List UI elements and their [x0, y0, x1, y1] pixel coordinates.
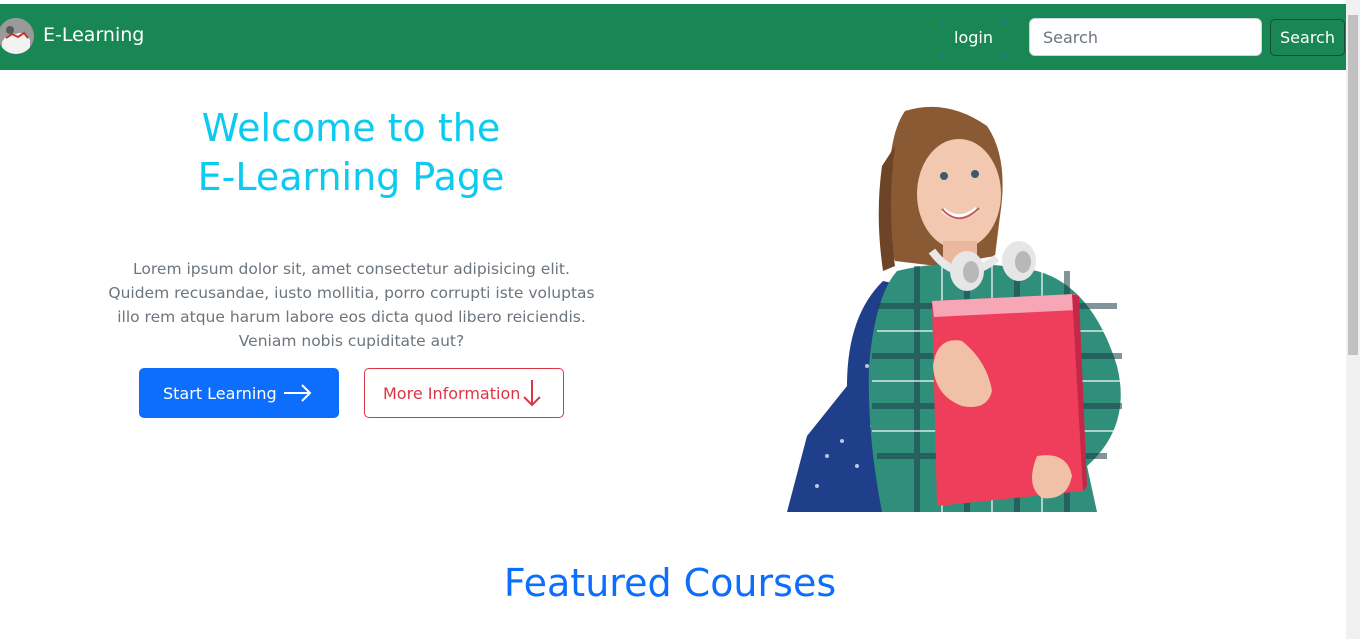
navbar: E-Learning login Search — [0, 4, 1346, 70]
more-information-button[interactable]: More Information — [364, 368, 564, 418]
search-input[interactable] — [1029, 18, 1262, 56]
hero-title: Welcome to the E-Learning Page — [130, 104, 572, 202]
start-learning-button[interactable]: Start Learning — [139, 368, 339, 418]
start-learning-label: Start Learning — [163, 383, 277, 403]
brand-name[interactable]: E-Learning — [43, 22, 144, 48]
brand-logo[interactable] — [0, 18, 34, 54]
page-scrollbar[interactable] — [1346, 0, 1360, 639]
search-button[interactable]: Search — [1270, 19, 1345, 56]
arrow-right-icon — [284, 384, 312, 402]
featured-courses-title: Featured Courses — [503, 561, 837, 605]
hero-description: Lorem ipsum dolor sit, amet consectetur … — [108, 260, 595, 350]
hero-title-line-1: Welcome to the — [201, 106, 501, 150]
hero-title-line-2: E-Learning Page — [197, 155, 505, 199]
arrow-down-icon — [523, 380, 541, 407]
more-information-label: More Information — [383, 383, 521, 403]
student-hero-image — [787, 106, 1122, 512]
login-button[interactable]: login — [941, 19, 1006, 56]
scrollbar-thumb[interactable] — [1348, 15, 1358, 355]
